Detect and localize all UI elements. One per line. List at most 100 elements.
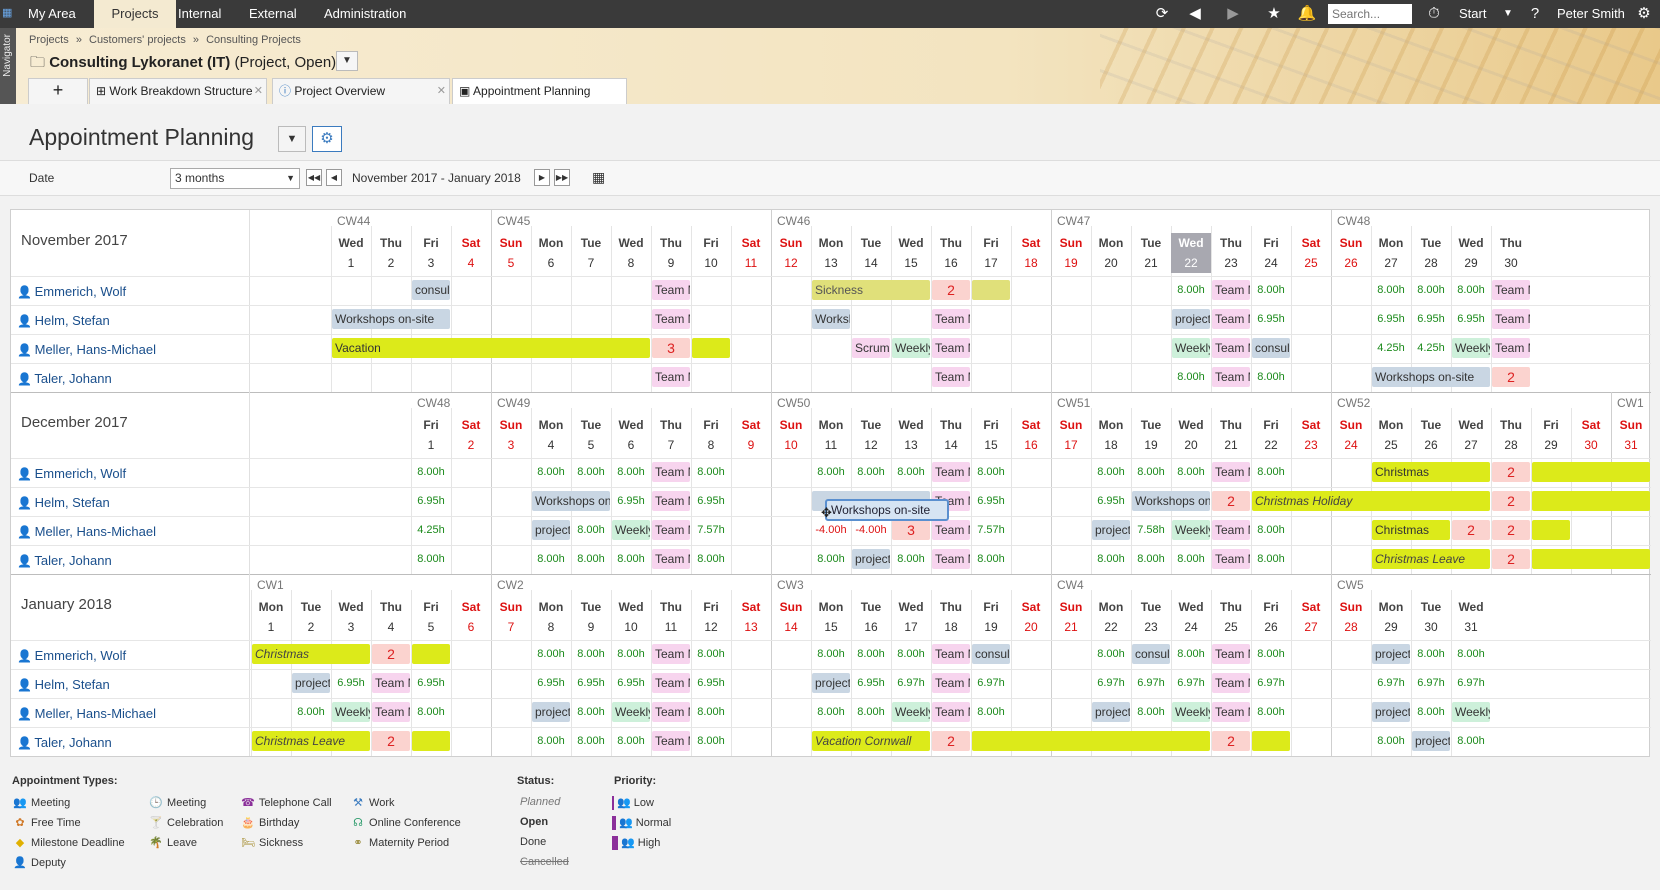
hours-value[interactable]: 8.00h: [571, 702, 611, 722]
hours-value[interactable]: 6.95h: [971, 491, 1011, 511]
breadcrumb-consulting-projects[interactable]: Consulting Projects: [206, 34, 301, 46]
appointment[interactable]: [412, 644, 450, 664]
appointment[interactable]: Team M: [652, 520, 690, 540]
hours-value[interactable]: 6.97h: [1451, 673, 1491, 693]
nav-tab-my-area[interactable]: My Area: [18, 0, 86, 28]
appointment[interactable]: Team M: [932, 549, 970, 569]
appointment[interactable]: [1532, 549, 1650, 569]
appointment[interactable]: Scrum: [852, 338, 890, 358]
hours-value[interactable]: 8.00h: [971, 702, 1011, 722]
tab-work-breakdown-structure[interactable]: ⊞ Work Breakdown Structure ✕: [89, 78, 267, 104]
person-name[interactable]: 👤 Meller, Hans-Michael: [11, 516, 251, 545]
appointment[interactable]: 2: [1492, 549, 1530, 569]
tab-appointment-planning[interactable]: ▣ Appointment Planning: [452, 78, 627, 104]
appointment[interactable]: consult: [1132, 644, 1170, 664]
appointment[interactable]: Team M: [1212, 644, 1250, 664]
person-name[interactable]: 👤 Helm, Stefan: [11, 305, 251, 334]
hours-value[interactable]: 8.00h: [531, 731, 571, 751]
appointment[interactable]: Vacation Cornwall: [812, 731, 930, 751]
appointment[interactable]: Team M: [1492, 280, 1530, 300]
appointment[interactable]: Team M: [652, 309, 690, 329]
hours-value[interactable]: 4.25h: [1371, 338, 1411, 358]
hours-value[interactable]: 8.00h: [811, 549, 851, 569]
settings-button[interactable]: ⚙: [312, 126, 342, 152]
hours-value[interactable]: 6.95h: [531, 673, 571, 693]
appointment[interactable]: [1532, 520, 1570, 540]
nav-tab-administration[interactable]: Administration: [314, 0, 416, 28]
hours-value[interactable]: 8.00h: [691, 549, 731, 569]
appointment[interactable]: Team M: [1212, 280, 1250, 300]
appointment[interactable]: Team M: [932, 462, 970, 482]
hours-value[interactable]: 8.00h: [1171, 462, 1211, 482]
hours-value[interactable]: 6.97h: [1131, 673, 1171, 693]
view-menu-button[interactable]: ▼: [278, 126, 306, 152]
star-icon[interactable]: ★: [1264, 4, 1284, 24]
hours-value[interactable]: 6.95h: [411, 491, 451, 511]
appointment[interactable]: Christmas: [252, 644, 370, 664]
hours-value[interactable]: 6.95h: [691, 673, 731, 693]
hours-value[interactable]: 8.00h: [531, 462, 571, 482]
hours-value[interactable]: 8.00h: [691, 731, 731, 751]
hours-value[interactable]: 8.00h: [1251, 280, 1291, 300]
hours-value[interactable]: 8.00h: [571, 644, 611, 664]
appointment[interactable]: Vacation: [332, 338, 650, 358]
appointment[interactable]: 2: [1452, 520, 1490, 540]
hours-value[interactable]: 6.97h: [1371, 673, 1411, 693]
previous-period-button[interactable]: ◀: [326, 169, 342, 186]
appointment[interactable]: Team M: [932, 644, 970, 664]
appointment[interactable]: project: [1172, 309, 1210, 329]
hours-value[interactable]: 8.00h: [291, 702, 331, 722]
calendar-icon[interactable]: ▦: [592, 169, 610, 185]
refresh-icon[interactable]: ⟳: [1152, 4, 1172, 24]
appointment[interactable]: 2: [1492, 367, 1530, 387]
next-period-button[interactable]: ▶: [534, 169, 550, 186]
hours-value[interactable]: 8.00h: [1251, 702, 1291, 722]
appointment[interactable]: 2: [1492, 462, 1530, 482]
stopwatch-icon[interactable]: ⏱: [1424, 4, 1444, 24]
person-name[interactable]: 👤 Taler, Johann: [11, 363, 251, 392]
hours-value[interactable]: 8.00h: [611, 462, 651, 482]
person-name[interactable]: 👤 Emmerich, Wolf: [11, 458, 251, 487]
appointment[interactable]: Team M: [1212, 462, 1250, 482]
hours-value[interactable]: 8.00h: [411, 702, 451, 722]
hours-value[interactable]: 6.95h: [571, 673, 611, 693]
appointment[interactable]: Team M: [1212, 673, 1250, 693]
appointment[interactable]: Team M: [652, 731, 690, 751]
hours-value[interactable]: 6.95h: [1251, 309, 1291, 329]
person-name[interactable]: 👤 Helm, Stefan: [11, 487, 251, 516]
hours-value[interactable]: 8.00h: [1451, 280, 1491, 300]
appointment[interactable]: Team M: [652, 673, 690, 693]
hours-value[interactable]: -4.00h: [851, 520, 891, 540]
appointment[interactable]: project: [1092, 702, 1130, 722]
appointment[interactable]: Team M: [652, 491, 690, 511]
appointment[interactable]: Worksh: [812, 309, 850, 329]
breadcrumb-projects[interactable]: Projects: [29, 34, 69, 46]
appointment[interactable]: Team M: [652, 549, 690, 569]
appointment[interactable]: Team M: [932, 702, 970, 722]
nav-tab-projects[interactable]: Projects: [94, 0, 176, 28]
hours-value[interactable]: 8.00h: [1371, 280, 1411, 300]
appointment[interactable]: project: [1372, 644, 1410, 664]
person-name[interactable]: 👤 Emmerich, Wolf: [11, 640, 251, 669]
hours-value[interactable]: 6.95h: [1371, 309, 1411, 329]
appointment[interactable]: Weekly: [612, 520, 650, 540]
appointment[interactable]: Christmas Leave: [252, 731, 370, 751]
appointment[interactable]: Weekly: [612, 702, 650, 722]
breadcrumb-customers-projects[interactable]: Customers' projects: [89, 34, 186, 46]
appointment[interactable]: Weekly: [892, 338, 930, 358]
hours-value[interactable]: 8.00h: [1251, 462, 1291, 482]
user-name[interactable]: Peter Smith: [1557, 0, 1625, 28]
nav-tab-external[interactable]: External: [239, 0, 307, 28]
nav-tab-internal[interactable]: Internal: [168, 0, 231, 28]
hours-value[interactable]: 8.00h: [1451, 731, 1491, 751]
appointment[interactable]: project: [1372, 702, 1410, 722]
appointment[interactable]: consult: [1252, 338, 1290, 358]
gear-icon[interactable]: ⚙: [1634, 4, 1654, 24]
appointment[interactable]: Team M: [1492, 309, 1530, 329]
start-menu[interactable]: Start: [1459, 0, 1486, 28]
bell-icon[interactable]: 🔔: [1297, 4, 1317, 24]
hours-value[interactable]: 8.00h: [1251, 520, 1291, 540]
hours-value[interactable]: 8.00h: [1251, 367, 1291, 387]
last-period-button[interactable]: ▶▶: [554, 169, 570, 186]
appointment[interactable]: Team M: [932, 367, 970, 387]
